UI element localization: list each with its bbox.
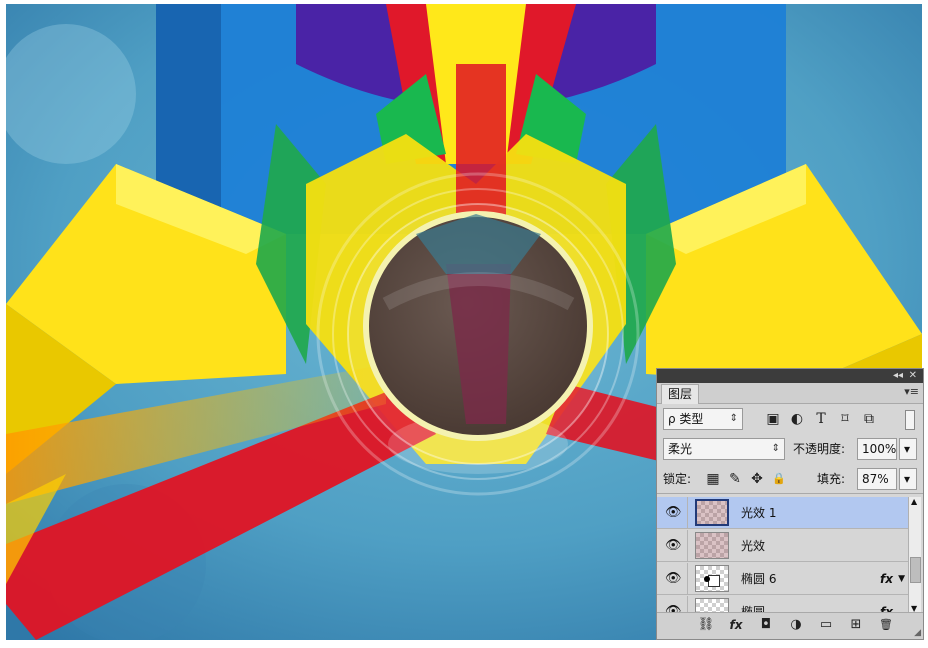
eye-icon[interactable]: 👁: [665, 538, 682, 554]
layer-thumbnail: [695, 598, 729, 613]
layer-row[interactable]: 👁 光效 1: [657, 497, 909, 529]
panel-titlebar: ◂◂ ✕: [657, 369, 923, 383]
new-group-icon[interactable]: ▭: [817, 616, 835, 634]
blend-row: 柔光 ⇕ 不透明度: 100% ▾: [657, 435, 923, 463]
filter-text-icon[interactable]: T: [811, 409, 831, 429]
fill-input[interactable]: 87%: [857, 468, 897, 490]
shape-point-icon: [704, 576, 710, 582]
eye-icon[interactable]: 👁: [665, 505, 682, 521]
collapse-panel-icon[interactable]: ◂◂: [893, 369, 903, 383]
opacity-label: 不透明度:: [793, 442, 846, 456]
layer-thumbnail: [695, 532, 729, 559]
fill-label: 填充:: [817, 472, 846, 486]
filter-image-icon[interactable]: ▣: [763, 409, 783, 429]
filter-smart-object-icon[interactable]: ⧉: [859, 409, 879, 429]
layer-thumbnail: [695, 565, 729, 592]
layer-name: 椭圆 6: [741, 572, 777, 586]
blend-mode-value: 柔光: [668, 442, 693, 456]
filter-type-select[interactable]: ρ 类型 ⇕: [663, 408, 743, 430]
expand-effects-icon[interactable]: ▼: [898, 563, 905, 595]
layer-effects-icon[interactable]: fx: [880, 596, 893, 613]
spin-icon: ⇕: [771, 443, 780, 454]
lock-row: 锁定: ▦ ✎ ✥ 🔒 填充: 87% ▾: [657, 465, 923, 494]
panel-menu-icon[interactable]: ▾≡: [904, 385, 919, 398]
blend-mode-select[interactable]: 柔光 ⇕: [663, 438, 785, 460]
new-layer-icon[interactable]: ⊞: [847, 616, 865, 634]
filter-row: ρ 类型 ⇕ ▣ ◐ T ⌑ ⧉: [657, 405, 923, 433]
add-layer-style-icon[interactable]: fx: [727, 616, 745, 634]
eye-icon[interactable]: 👁: [665, 571, 682, 587]
lock-position-icon[interactable]: ✥: [747, 469, 767, 489]
layers-panel: ◂◂ ✕ 图层 ▾≡ ρ 类型 ⇕ ▣ ◐ T ⌑ ⧉ 柔光 ⇕ 不透明度: 1…: [656, 368, 924, 640]
lock-image-pixels-icon[interactable]: ✎: [725, 469, 745, 489]
layer-list: 👁 光效 1 👁 光效 👁 椭圆 6 fx ▼ 👁 椭圆 fx: [657, 497, 923, 613]
vector-mask-icon: [708, 575, 720, 587]
layer-thumbnail: [695, 499, 729, 526]
layer-row[interactable]: 👁 椭圆 fx: [657, 596, 909, 613]
panel-tab-row: 图层 ▾≡: [657, 383, 923, 404]
layer-name: 椭圆: [741, 605, 766, 613]
scroll-thumb[interactable]: [910, 557, 921, 583]
spin-icon: ⇕: [729, 413, 738, 424]
lock-all-icon[interactable]: 🔒: [769, 469, 789, 489]
filter-adjustment-icon[interactable]: ◐: [787, 409, 807, 429]
layer-name: 光效 1: [741, 506, 777, 520]
layer-list-scrollbar[interactable]: ▲ ▼: [908, 497, 921, 613]
layer-row[interactable]: 👁 光效: [657, 530, 909, 562]
opacity-input[interactable]: 100%: [857, 438, 897, 460]
opacity-dropdown-button[interactable]: ▾: [899, 438, 917, 460]
filter-toggle-switch[interactable]: [905, 410, 915, 430]
fill-dropdown-button[interactable]: ▾: [899, 468, 917, 490]
lock-transparent-pixels-icon[interactable]: ▦: [703, 469, 723, 489]
filter-shape-icon[interactable]: ⌑: [835, 409, 855, 429]
panel-bottom-bar: ⛓ fx ◘ ◑ ▭ ⊞ 🗑 ◢: [657, 612, 923, 639]
close-panel-icon[interactable]: ✕: [909, 369, 917, 383]
delete-layer-icon[interactable]: 🗑: [877, 616, 895, 634]
scroll-up-icon[interactable]: ▲: [911, 497, 917, 506]
lock-label: 锁定:: [663, 472, 692, 486]
add-mask-icon[interactable]: ◘: [757, 616, 775, 634]
layer-effects-icon[interactable]: fx: [880, 563, 893, 595]
filter-type-label: ρ 类型: [668, 412, 704, 426]
layer-name: 光效: [741, 539, 766, 553]
new-adjustment-layer-icon[interactable]: ◑: [787, 616, 805, 634]
layer-row[interactable]: 👁 椭圆 6 fx ▼: [657, 563, 909, 595]
link-layers-icon[interactable]: ⛓: [697, 616, 715, 634]
resize-grip-icon[interactable]: ◢: [914, 628, 921, 638]
tab-layers[interactable]: 图层: [661, 384, 700, 404]
